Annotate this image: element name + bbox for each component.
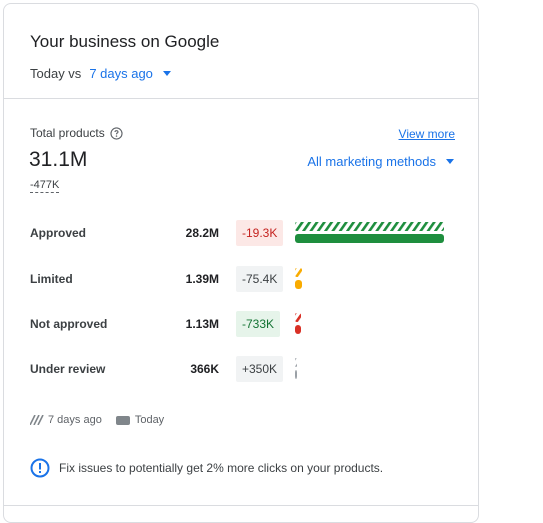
status-bar xyxy=(295,266,461,292)
status-bar xyxy=(295,220,461,246)
total-products-value: 31.1M xyxy=(29,148,88,171)
previous-period-bar xyxy=(295,358,297,367)
current-period-bar xyxy=(295,280,302,289)
info-icon xyxy=(30,458,50,478)
status-row: Approved 28.2M -19.3K xyxy=(30,220,460,246)
solid-swatch-icon xyxy=(115,415,130,425)
status-value: 1.13M xyxy=(185,317,219,331)
business-card: Your business on Google Today vs 7 days … xyxy=(3,3,479,523)
help-icon[interactable] xyxy=(110,126,123,140)
status-value: 1.39M xyxy=(185,272,219,286)
compare-row: Today vs 7 days ago xyxy=(30,66,171,81)
current-period-bar xyxy=(295,370,297,379)
compare-prefix: Today vs xyxy=(30,66,82,81)
status-label: Limited xyxy=(30,272,73,286)
total-products-label-row: Total products xyxy=(30,126,123,140)
status-delta-badge: -75.4K xyxy=(236,266,284,292)
status-value: 366K xyxy=(190,362,219,376)
card-title: Your business on Google xyxy=(30,32,220,51)
info-message: Fix issues to potentially get 2% more cl… xyxy=(59,461,384,475)
status-label: Under review xyxy=(30,362,106,376)
legend: 7 days ago Today xyxy=(30,414,164,426)
divider xyxy=(4,505,478,506)
current-period-bar xyxy=(295,325,301,334)
status-row: Limited 1.39M -75.4K xyxy=(30,266,460,292)
total-products-label: Total products xyxy=(30,126,105,140)
total-products-delta[interactable]: -477K xyxy=(30,179,60,193)
previous-period-bar xyxy=(295,268,302,277)
chevron-down-icon xyxy=(162,71,171,76)
divider xyxy=(4,98,478,99)
compare-period-label: 7 days ago xyxy=(89,66,153,81)
status-bar xyxy=(295,356,461,382)
hatched-swatch-icon xyxy=(30,415,44,425)
chevron-down-icon xyxy=(446,159,454,164)
status-label: Approved xyxy=(30,226,87,240)
current-period-bar xyxy=(295,234,444,243)
legend-previous-label: 7 days ago xyxy=(48,414,102,426)
marketing-methods-dropdown[interactable]: All marketing methods xyxy=(307,154,454,169)
status-value: 28.2M xyxy=(185,226,219,240)
legend-current-label: Today xyxy=(134,414,165,426)
status-delta-badge: -733K xyxy=(236,311,281,337)
status-bar xyxy=(295,311,461,337)
view-more-link[interactable]: View more xyxy=(399,127,455,141)
status-delta-badge: -19.3K xyxy=(236,220,284,246)
previous-period-bar xyxy=(295,313,301,322)
status-row: Under review 366K +350K xyxy=(30,356,460,382)
compare-period-dropdown[interactable]: 7 days ago xyxy=(89,66,171,81)
status-delta-badge: +350K xyxy=(236,356,284,382)
status-label: Not approved xyxy=(30,317,108,331)
info-banner: Fix issues to potentially get 2% more cl… xyxy=(30,458,383,478)
marketing-methods-label: All marketing methods xyxy=(307,154,436,169)
previous-period-bar xyxy=(295,222,444,231)
status-row: Not approved 1.13M -733K xyxy=(30,311,460,337)
